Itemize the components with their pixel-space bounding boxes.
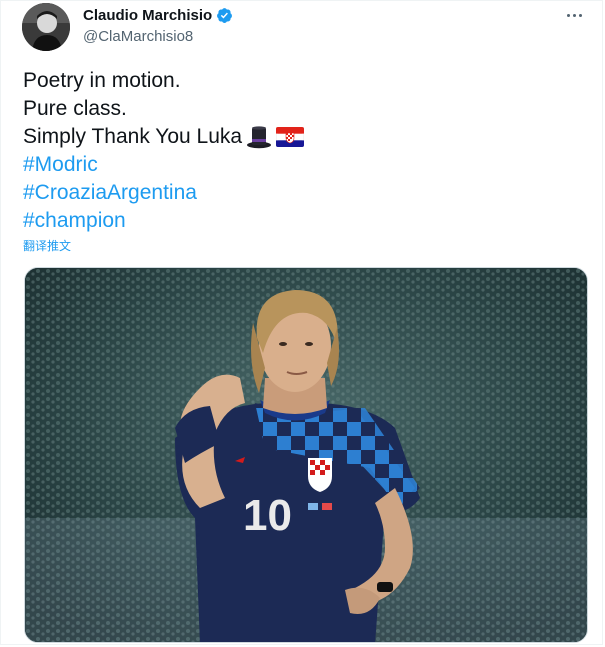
author-display-name[interactable]: Claudio Marchisio [83,7,212,24]
tweet-line: Poetry in motion. [23,69,181,92]
top-hat-icon [247,126,272,149]
croatia-flag-icon [276,127,305,148]
author-name-row: Claudio Marchisio [83,7,233,24]
avatar[interactable] [22,3,70,51]
tweet-card: Claudio Marchisio @ClaMarchisio8 Poetry … [0,0,603,645]
more-options-button[interactable] [560,5,588,25]
hashtag-link-croazia-argentina[interactable]: #CroaziaArgentina [23,181,197,204]
avatar-image [22,3,70,51]
tweet-line: Simply Thank You Luka [23,125,243,148]
tweet-media-photo[interactable]: 10 [24,267,588,643]
translate-tweet-link[interactable]: 翻译推文 [23,237,71,254]
more-dot-icon [566,13,570,17]
jersey-number: 10 [243,491,292,540]
tweet-line: Pure class. [23,97,127,120]
tweet-text: Poetry in motion. Pure class. Simply Tha… [23,67,305,235]
player-photo: 10 [25,268,587,642]
author-handle[interactable]: @ClaMarchisio8 [83,28,193,45]
hashtag-link-modric[interactable]: #Modric [23,153,98,176]
more-dot-icon [572,13,576,17]
verified-badge-icon [217,8,233,23]
tweet-line-with-emoji: Simply Thank You Luka [23,123,305,151]
more-dot-icon [578,13,582,17]
hashtag-link-champion[interactable]: #champion [23,209,126,232]
